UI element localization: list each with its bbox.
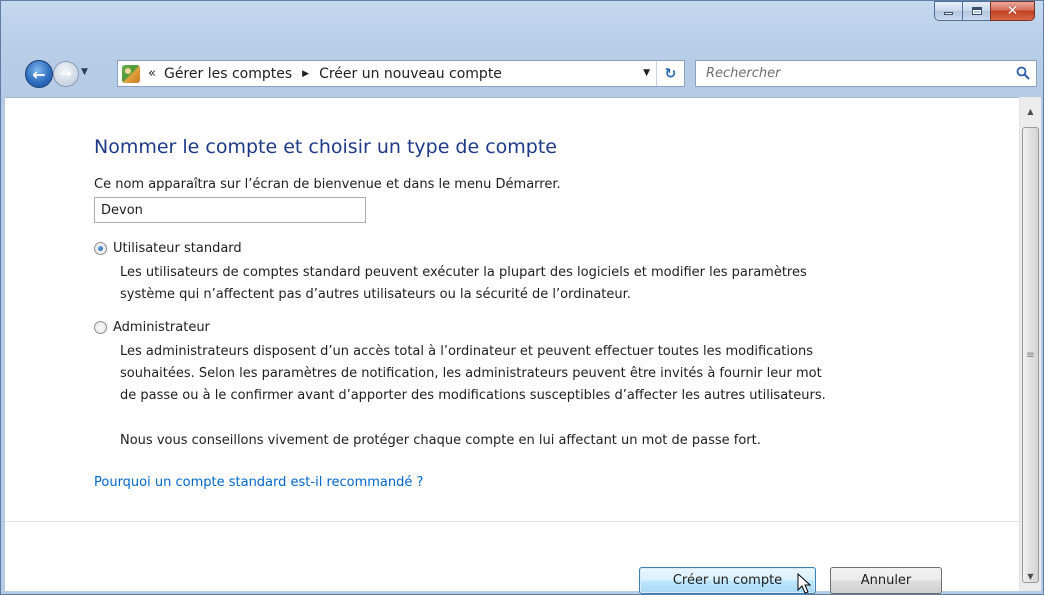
- close-button[interactable]: ✕: [990, 1, 1035, 21]
- description-line: Les administrateurs disposent d’un accès…: [120, 344, 813, 359]
- grip-icon: ≡: [1026, 349, 1035, 361]
- address-overflow-icon[interactable]: «: [148, 66, 156, 81]
- back-button[interactable]: ←: [25, 60, 53, 88]
- minimize-button[interactable]: [934, 1, 963, 21]
- minimize-icon: [944, 12, 953, 15]
- user-accounts-icon: [122, 64, 140, 83]
- account-name-input[interactable]: [94, 197, 366, 223]
- page-title: Nommer le compte et choisir un type de c…: [94, 136, 557, 158]
- breadcrumb-create-account[interactable]: Créer un nouveau compte: [319, 66, 502, 82]
- close-icon: ✕: [1006, 3, 1019, 19]
- footer-divider: [5, 521, 1019, 522]
- description-line: de passe ou à le confirmer avant d’appor…: [120, 388, 826, 403]
- caption-buttons: ✕: [934, 1, 1035, 21]
- search-icon[interactable]: [1016, 66, 1030, 80]
- recent-pages-dropdown-icon[interactable]: ▼: [81, 67, 88, 77]
- search-input[interactable]: [706, 66, 996, 81]
- administrator-description: Les administrateurs disposent d’un accès…: [120, 341, 826, 407]
- standard-user-description: Les utilisateurs de comptes standard peu…: [120, 262, 807, 306]
- scroll-thumb[interactable]: ≡: [1022, 127, 1039, 583]
- scroll-down-icon[interactable]: ▼: [1020, 568, 1041, 585]
- create-account-button[interactable]: Créer un compte: [639, 567, 816, 594]
- cancel-button[interactable]: Annuler: [830, 567, 942, 594]
- address-dropdown-icon[interactable]: ▼: [643, 68, 650, 78]
- forward-button[interactable]: →: [53, 61, 79, 87]
- radio-standard-user[interactable]: Utilisateur standard: [94, 241, 242, 256]
- breadcrumb-chevron-icon[interactable]: ▶: [302, 69, 309, 79]
- forward-arrow-icon: →: [60, 66, 72, 82]
- vertical-scrollbar[interactable]: ▲ ≡ ▼: [1019, 97, 1041, 591]
- why-standard-account-link[interactable]: Pourquoi un compte standard est-il recom…: [94, 475, 423, 490]
- maximize-button[interactable]: [962, 1, 991, 21]
- radio-button-checked[interactable]: [94, 242, 107, 255]
- description-line: Les utilisateurs de comptes standard peu…: [120, 265, 807, 280]
- password-advice-text: Nous vous conseillons vivement de protég…: [120, 433, 761, 448]
- breadcrumb-manage-accounts[interactable]: Gérer les comptes: [164, 66, 292, 82]
- explorer-window: ✕ ← → ▼ « Gérer les comptes ▶ Créer un n…: [0, 0, 1044, 595]
- content-pane: Nommer le compte et choisir un type de c…: [5, 97, 1019, 594]
- search-box[interactable]: [695, 60, 1037, 87]
- radio-label-standard-user[interactable]: Utilisateur standard: [113, 241, 242, 256]
- refresh-button[interactable]: ↻: [656, 61, 684, 86]
- back-arrow-icon: ←: [32, 64, 46, 84]
- description-line: souhaitées. Selon les paramètres de noti…: [120, 366, 822, 381]
- scroll-up-icon[interactable]: ▲: [1020, 103, 1041, 120]
- address-bar[interactable]: « Gérer les comptes ▶ Créer un nouveau c…: [117, 60, 685, 87]
- radio-button-unchecked[interactable]: [94, 321, 107, 334]
- radio-administrator[interactable]: Administrateur: [94, 320, 210, 335]
- name-prompt-label: Ce nom apparaîtra sur l’écran de bienven…: [94, 177, 561, 192]
- navigation-bar: ← → ▼ « Gérer les comptes ▶ Créer un nou…: [5, 59, 1041, 88]
- maximize-icon: [971, 7, 982, 15]
- description-line: système qui n’affectent pas d’autres uti…: [120, 287, 631, 302]
- radio-label-administrator[interactable]: Administrateur: [113, 320, 210, 335]
